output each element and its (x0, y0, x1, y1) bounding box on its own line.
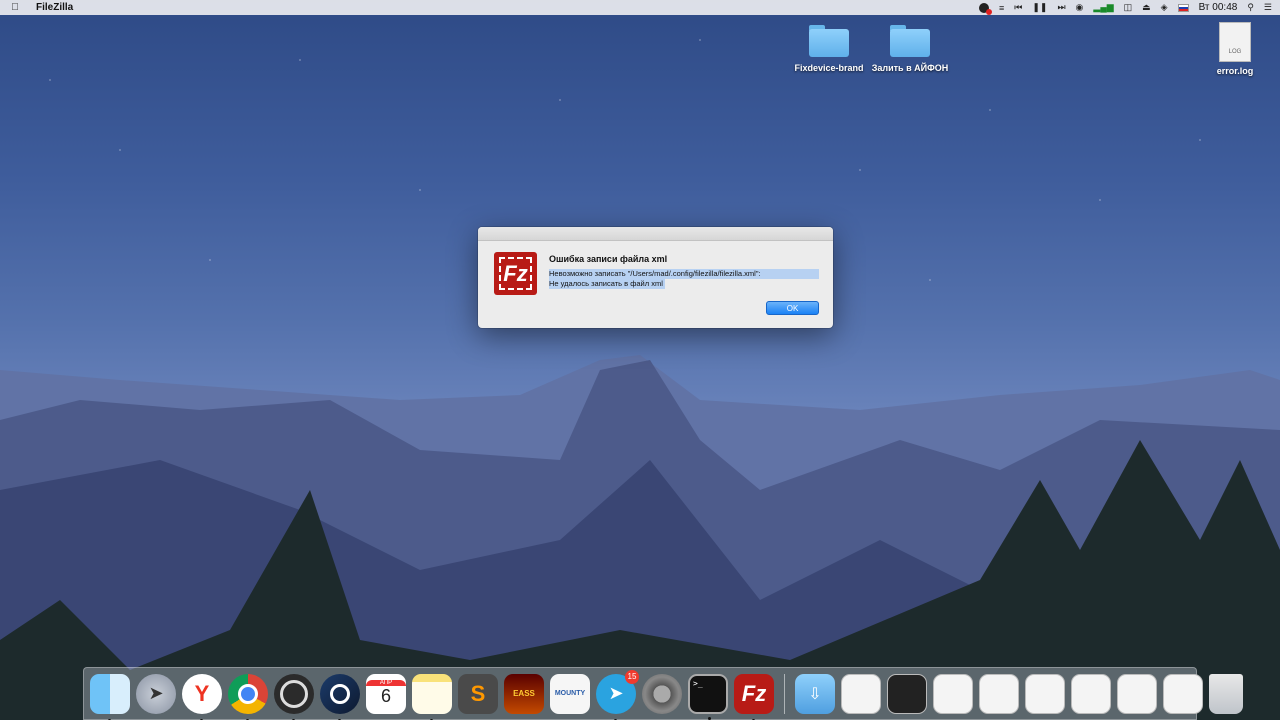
wifi-icon[interactable]: ◈ (1161, 2, 1168, 13)
dock: ➤ Y АПР 6 S EASS MOUNTY ➤ 15 >_ Fz ⇩ (83, 667, 1243, 720)
russian-flag-input-icon[interactable] (1177, 3, 1189, 12)
clock[interactable]: Вт 00:48 (1199, 2, 1238, 13)
ok-button[interactable]: OK (766, 301, 819, 315)
pause-icon[interactable]: ❚❚ (1032, 2, 1047, 13)
error-dialog: Fz Ошибка записи файла xml Невозможно за… (478, 227, 833, 328)
search-icon[interactable]: ⚲ (1247, 2, 1254, 13)
desktop (0, 0, 1280, 720)
finder-icon[interactable] (90, 673, 130, 720)
desktop-icon-label: Залить в АЙФОН (871, 63, 949, 73)
dialog-titlebar[interactable] (478, 227, 833, 241)
dialog-message: Невозможно записать "/Users/mad/.config/… (549, 269, 819, 289)
terminal-icon[interactable]: >_ (688, 673, 728, 720)
desktop-icon-label: Fixdevice-brand (794, 63, 864, 73)
minimized-window-thumbnail[interactable] (1025, 673, 1065, 714)
game-icon[interactable]: EASS (504, 673, 544, 714)
minimized-window-thumbnail[interactable] (887, 673, 927, 714)
desktop-folder-fixdevice-brand[interactable]: Fixdevice-brand (784, 25, 874, 73)
nvidia-icon[interactable]: ◉ (1076, 2, 1084, 13)
mountain-landscape (0, 355, 1280, 720)
log-file-icon: LOG (1219, 22, 1251, 62)
trash-icon[interactable] (1209, 673, 1243, 714)
signal-bars-icon[interactable]: ▂▄▆ (1093, 2, 1113, 13)
notes-icon[interactable] (412, 673, 452, 720)
list-icon[interactable]: ≡ (999, 3, 1004, 13)
desktop-file-error-log[interactable]: LOG error.log (1190, 22, 1280, 76)
system-preferences-icon[interactable] (642, 673, 682, 714)
mounty-icon[interactable]: MOUNTY (550, 673, 590, 714)
telegram-badge: 15 (625, 669, 639, 684)
minimized-window-thumbnail[interactable] (1071, 673, 1111, 714)
minimized-window-thumbnail[interactable] (1163, 673, 1203, 714)
status-area: ≡ ⏮ ❚❚ ⏭ ◉ ▂▄▆ ◫ ⏏ ◈ Вт 00:48 ⚲ ☰ (978, 2, 1272, 15)
minimized-window-thumbnail[interactable] (979, 673, 1019, 714)
dock-separator (784, 673, 785, 714)
notification-center-icon[interactable]: ☰ (1264, 2, 1272, 13)
minimized-window-thumbnail[interactable] (841, 673, 881, 714)
screen-mirroring-icon[interactable]: ◫ (1124, 2, 1133, 13)
message-line-1: Невозможно записать "/Users/mad/.config/… (549, 269, 819, 279)
calendar-icon[interactable]: АПР 6 (366, 673, 406, 714)
recording-indicator-icon[interactable] (978, 2, 992, 15)
dialog-title: Ошибка записи файла xml (549, 254, 668, 264)
active-app-name[interactable]: FileZilla (36, 2, 73, 13)
message-line-2: Не удалось записать в файл xml (549, 279, 665, 289)
previous-track-icon[interactable]: ⏮ (1014, 2, 1022, 13)
minimized-window-thumbnail[interactable] (1117, 673, 1157, 714)
apple-menu-icon[interactable]:  (8, 2, 22, 13)
filezilla-logo-icon: Fz (494, 252, 537, 295)
folder-icon (809, 25, 849, 57)
telegram-icon[interactable]: ➤ 15 (596, 669, 639, 720)
steam-icon[interactable] (320, 673, 360, 720)
minimized-window-thumbnail[interactable] (933, 673, 973, 714)
next-track-icon[interactable]: ⏭ (1057, 2, 1065, 13)
desktop-icon-label: error.log (1216, 66, 1254, 76)
downloads-stack-icon[interactable]: ⇩ (795, 673, 835, 714)
chrome-icon[interactable] (228, 673, 268, 720)
desktop-folder-upload-iphone[interactable]: Залить в АЙФОН (865, 25, 955, 73)
folder-icon (890, 25, 930, 57)
yandex-browser-icon[interactable]: Y (182, 673, 222, 720)
sublime-text-icon[interactable]: S (458, 673, 498, 714)
filezilla-icon[interactable]: Fz (734, 673, 774, 720)
menu-bar:  FileZilla ≡ ⏮ ❚❚ ⏭ ◉ ▂▄▆ ◫ ⏏ ◈ Вт 00:4… (0, 0, 1280, 15)
eject-icon[interactable]: ⏏ (1142, 2, 1151, 13)
launchpad-icon[interactable]: ➤ (136, 673, 176, 714)
obs-icon[interactable] (274, 673, 314, 720)
